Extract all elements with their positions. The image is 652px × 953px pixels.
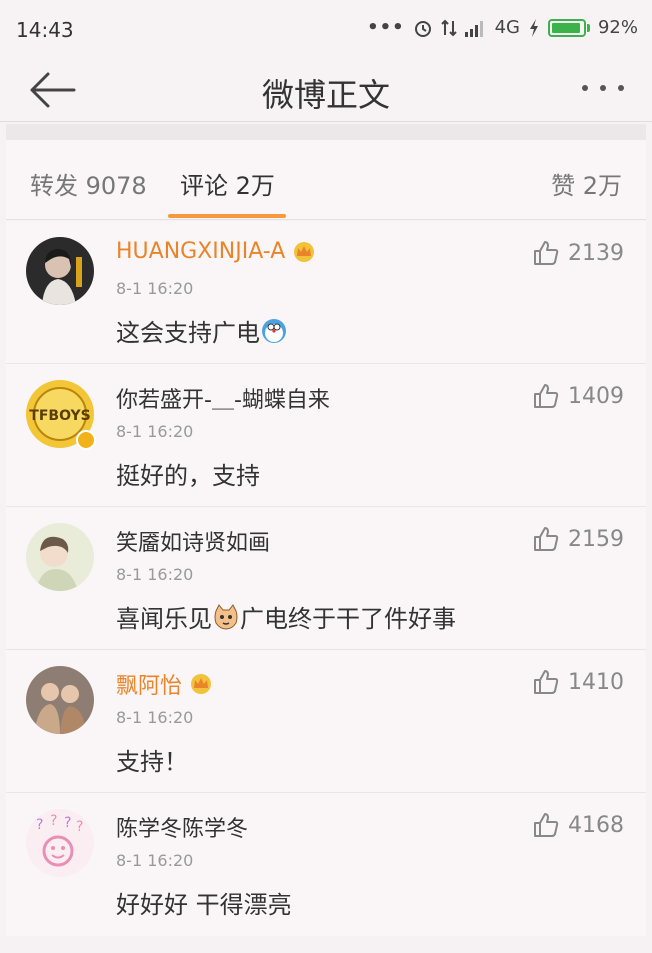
more-dot: [582, 85, 588, 91]
comment-text: 挺好的，支持: [116, 456, 260, 491]
status-icons: ••• 4G 92%: [367, 17, 638, 38]
svg-text:?: ?: [50, 813, 57, 829]
active-tab-indicator: [168, 214, 286, 218]
page-title: 微博正文: [261, 76, 390, 114]
comment-text-body: 挺好的，支持: [116, 462, 260, 490]
thumbs-up-icon: [534, 384, 559, 408]
comment-author[interactable]: 陈学冬陈学冬: [116, 811, 248, 843]
avatar[interactable]: [26, 523, 94, 591]
comment-author[interactable]: 你若盛开-＿-蝴蝶自来: [116, 382, 330, 414]
comment-text-body: 这会支持广电: [116, 319, 260, 347]
battery-percent: 92%: [597, 17, 638, 38]
svg-text:TFBOYS: TFBOYS: [29, 408, 90, 424]
cat-emoji-icon: [214, 603, 238, 630]
avatar[interactable]: [26, 237, 94, 305]
comment-author-row: 笑靥如诗贤如画: [116, 525, 270, 557]
comment-text: 好好好 干得漂亮: [116, 885, 292, 920]
comment-text-after: 广电终于干了件好事: [240, 605, 456, 633]
comment-item: ???? 陈学冬陈学冬 8-1 16:20 好好好 干得漂亮 4168: [6, 793, 646, 936]
svg-text:?: ?: [76, 819, 83, 835]
signal-icon: [464, 20, 483, 37]
verified-badge-icon: [76, 430, 96, 450]
tab-repost[interactable]: 转发 9078: [30, 166, 147, 201]
more-dot: [618, 85, 624, 91]
comment-text: 支持！: [116, 742, 188, 777]
like-count: 1410: [568, 669, 624, 695]
tab-bar: 转发 9078 评论 2万 赞 2万: [6, 140, 646, 220]
comment-list: HUANGXINJIA-A 8-1 16:20 这会支持广电 2139 TFBO…: [6, 221, 646, 936]
more-notifications-icon: •••: [367, 17, 405, 38]
data-transfer-icon: [440, 19, 457, 36]
tab-comment[interactable]: 评论 2万: [180, 166, 275, 201]
comment-text: 这会支持广电: [116, 313, 288, 348]
vip-crown-icon: [294, 241, 315, 262]
nav-bar: 微博正文: [0, 58, 652, 122]
comment-time: 8-1 16:20: [116, 851, 194, 870]
comment-item: 笑靥如诗贤如画 8-1 16:20 喜闻乐见 广电终于干了件好事 2159: [6, 507, 646, 650]
thumbs-up-icon: [534, 813, 559, 837]
comment-author[interactable]: 飘阿怡: [116, 668, 182, 700]
like-count: 1409: [568, 383, 624, 409]
network-type: 4G: [494, 17, 520, 38]
comment-item: 飘阿怡 8-1 16:20 支持！ 1410: [6, 650, 646, 793]
like-count: 2159: [568, 526, 624, 552]
comment-text-before: 喜闻乐见: [116, 605, 212, 633]
like-button[interactable]: 1410: [532, 668, 624, 696]
comment-item: HUANGXINJIA-A 8-1 16:20 这会支持广电 2139: [6, 221, 646, 364]
comment-time: 8-1 16:20: [116, 279, 194, 298]
comment-author-row: 你若盛开-＿-蝴蝶自来: [116, 382, 330, 414]
comment-text-body: 支持！: [116, 748, 188, 776]
alarm-icon: [414, 20, 431, 37]
avatar[interactable]: [26, 666, 94, 734]
battery-icon: [547, 18, 590, 37]
thumbs-up-icon: [534, 527, 559, 551]
svg-text:?: ?: [64, 815, 71, 831]
comment-time: 8-1 16:20: [116, 565, 194, 584]
charging-icon: [529, 18, 538, 37]
tab-like[interactable]: 赞 2万: [551, 166, 622, 201]
avatar[interactable]: ????: [26, 809, 94, 877]
like-button[interactable]: 1409: [532, 382, 624, 410]
comment-item: TFBOYS 你若盛开-＿-蝴蝶自来 8-1 16:20 挺好的，支持 1409: [6, 364, 646, 507]
like-button[interactable]: 2139: [532, 239, 624, 267]
comment-author[interactable]: HUANGXINJIA-A: [116, 239, 285, 264]
comment-author[interactable]: 笑靥如诗贤如画: [116, 525, 270, 557]
comment-author-row: 飘阿怡: [116, 668, 214, 700]
more-button[interactable]: [576, 66, 630, 110]
vip-crown-icon: [191, 674, 212, 694]
status-bar: 14:43 ••• 4G 92%: [0, 0, 652, 58]
comment-text: 喜闻乐见 广电终于干了件好事: [116, 599, 456, 634]
status-time: 14:43: [16, 18, 74, 42]
svg-text:?: ?: [36, 817, 43, 833]
like-count: 4168: [568, 812, 624, 838]
comment-time: 8-1 16:20: [116, 708, 194, 727]
section-divider: [6, 124, 646, 140]
comment-time: 8-1 16:20: [116, 422, 194, 441]
like-button[interactable]: 2159: [532, 525, 624, 553]
comment-author-row: 陈学冬陈学冬: [116, 811, 248, 843]
thumbs-up-icon: [534, 670, 559, 694]
like-button[interactable]: 4168: [532, 811, 624, 839]
comment-text-body: 好好好 干得漂亮: [116, 891, 292, 919]
comment-author-row: HUANGXINJIA-A: [116, 239, 317, 264]
like-count: 2139: [568, 240, 624, 266]
more-dot: [600, 85, 606, 91]
thumbs-up-icon: [534, 241, 559, 265]
doraemon-emoji-icon: [262, 318, 286, 343]
